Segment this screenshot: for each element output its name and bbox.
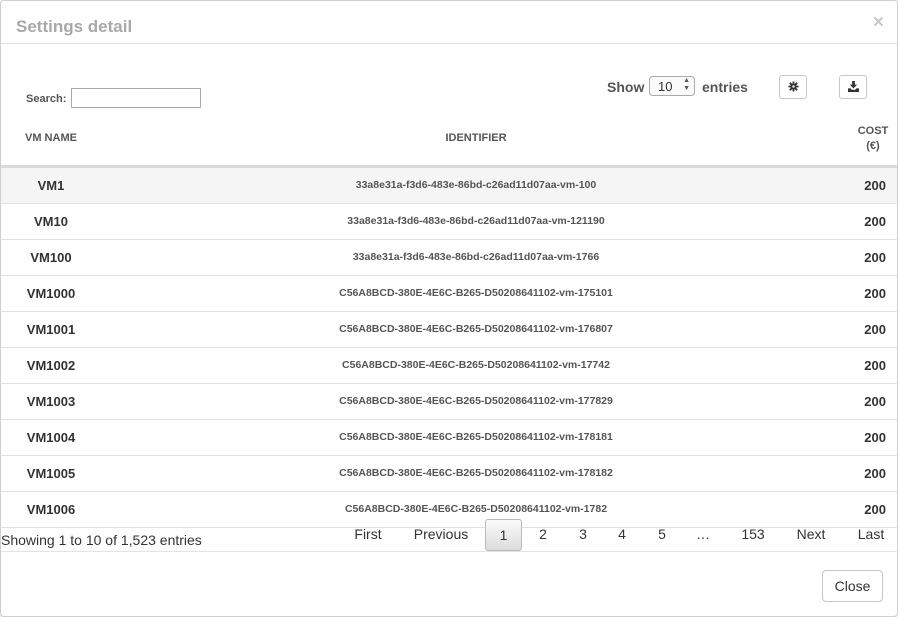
close-button[interactable]: Close (822, 570, 883, 602)
search-input[interactable] (71, 88, 201, 108)
page-size-value: 10 (658, 79, 673, 94)
cell-cost: 200 (864, 430, 886, 445)
pagination-page-4[interactable]: 4 (614, 519, 630, 551)
page-size-select[interactable]: 10 ▲ ▼ (649, 76, 695, 96)
cell-vm-name: VM1002 (26, 358, 76, 373)
search-label: Search: (26, 93, 67, 105)
cell-vm-name: VM1005 (26, 466, 76, 481)
pagination-first[interactable]: First (353, 519, 383, 551)
modal-title: Settings detail (16, 17, 133, 36)
pagination-page-5[interactable]: 5 (654, 519, 670, 551)
gear-icon (788, 81, 799, 92)
cell-vm-name: VM1001 (26, 322, 76, 337)
table-row[interactable]: VM1002 C56A8BCD-380E-4E6C-B265-D502086411… (1, 348, 897, 384)
table-row[interactable]: VM1004 C56A8BCD-380E-4E6C-B265-D502086411… (1, 420, 897, 456)
cell-identifier: 33a8e31a-f3d6-483e-86bd-c26ad11d07aa-vm-… (355, 179, 597, 191)
pagination-page-3[interactable]: 3 (575, 519, 591, 551)
select-arrows-icon: ▲ ▼ (683, 77, 690, 92)
cell-cost: 200 (864, 178, 886, 193)
cell-vm-name: VM1 (37, 178, 65, 193)
cell-identifier: C56A8BCD-380E-4E6C-B265-D50208641102-vm-… (339, 323, 613, 335)
settings-detail-modal: Settings detail × Search: Show 10 ▲ ▼ ent… (0, 0, 898, 617)
cell-cost: 200 (864, 214, 886, 229)
cell-identifier: C56A8BCD-380E-4E6C-B265-D50208641102-vm-… (342, 359, 610, 371)
entries-label: entries (702, 79, 748, 95)
pagination-page-last[interactable]: 153 (739, 519, 767, 551)
close-icon[interactable]: × (873, 12, 884, 34)
pagination-next[interactable]: Next (795, 519, 827, 551)
cell-identifier: C56A8BCD-380E-4E6C-B265-D50208641102-vm-… (339, 395, 613, 407)
column-header-cost[interactable]: COST (€) (857, 124, 889, 154)
cell-cost: 200 (864, 322, 886, 337)
show-label: Show (607, 79, 645, 95)
table-row[interactable]: VM1001 C56A8BCD-380E-4E6C-B265-D502086411… (1, 312, 897, 348)
cell-vm-name: VM10 (34, 214, 68, 229)
cell-cost: 200 (864, 286, 886, 301)
table-row[interactable]: VM1000 C56A8BCD-380E-4E6C-B265-D502086411… (1, 276, 897, 312)
cell-identifier: 33a8e31a-f3d6-483e-86bd-c26ad11d07aa-vm-… (347, 215, 605, 227)
cell-cost: 200 (864, 250, 886, 265)
pagination-page-2[interactable]: 2 (535, 519, 551, 551)
settings-button[interactable] (779, 75, 807, 99)
table-row[interactable]: VM10 33a8e31a-f3d6-483e-86bd-c26ad11d07aa… (1, 204, 897, 240)
cell-identifier: C56A8BCD-380E-4E6C-B265-D50208641102-vm-… (339, 287, 613, 299)
column-header-vm-name[interactable]: VM NAME (25, 132, 77, 144)
pagination-ellipsis: … (696, 526, 710, 542)
pagination: First Previous 1 2 3 4 5 … 153 Next Last (1, 519, 897, 551)
download-button[interactable] (839, 75, 867, 99)
cell-vm-name: VM100 (30, 250, 72, 265)
pagination-page-1[interactable]: 1 (485, 519, 522, 551)
cell-vm-name: VM1003 (26, 394, 76, 409)
cell-identifier: C56A8BCD-380E-4E6C-B265-D50208641102-vm-… (339, 467, 613, 479)
table-header: VM NAME IDENTIFIER COST (€) (1, 117, 897, 168)
cell-vm-name: VM1004 (26, 430, 76, 445)
cell-identifier: C56A8BCD-380E-4E6C-B265-D50208641102-vm-… (339, 431, 613, 443)
cell-identifier: 33a8e31a-f3d6-483e-86bd-c26ad11d07aa-vm-… (352, 251, 600, 263)
cell-cost: 200 (864, 358, 886, 373)
pagination-previous[interactable]: Previous (413, 519, 469, 551)
cell-cost: 200 (864, 466, 886, 481)
cell-cost: 200 (864, 394, 886, 409)
table-row[interactable]: VM100 33a8e31a-f3d6-483e-86bd-c26ad11d07a… (1, 240, 897, 276)
table-row[interactable]: VM1003 C56A8BCD-380E-4E6C-B265-D502086411… (1, 384, 897, 420)
cell-vm-name: VM1000 (26, 286, 76, 301)
modal-header: Settings detail × (1, 1, 897, 44)
table-row[interactable]: VM1005 C56A8BCD-380E-4E6C-B265-D502086411… (1, 456, 897, 492)
table-row[interactable]: VM1 33a8e31a-f3d6-483e-86bd-c26ad11d07aa-… (1, 168, 897, 204)
table-body: VM1 33a8e31a-f3d6-483e-86bd-c26ad11d07aa-… (1, 168, 897, 528)
footer-divider (1, 551, 897, 552)
pagination-last[interactable]: Last (856, 519, 886, 551)
column-header-identifier[interactable]: IDENTIFIER (381, 132, 571, 144)
download-icon (848, 81, 859, 92)
